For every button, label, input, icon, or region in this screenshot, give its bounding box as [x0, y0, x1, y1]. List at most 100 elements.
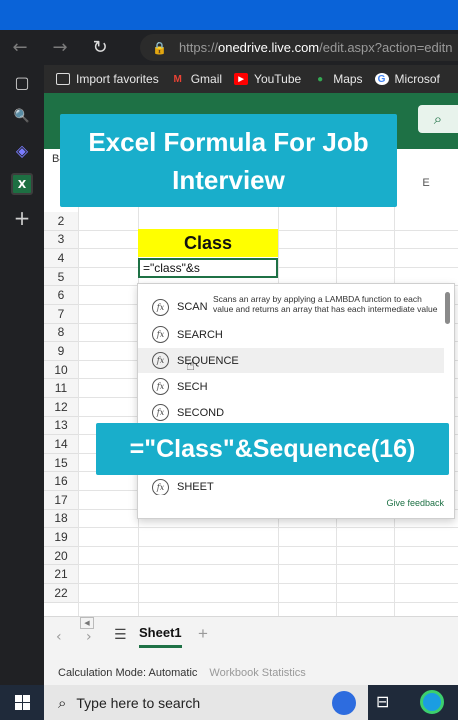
grid-line: [78, 545, 458, 547]
row-header[interactable]: 11: [44, 379, 78, 398]
function-name: SECOND: [177, 406, 225, 419]
address-bar[interactable]: 🔒 https://onedrive.live.com/edit.aspx?ac…: [140, 34, 458, 61]
row-header[interactable]: 2: [44, 212, 78, 231]
browser-sidebar: ▢ 🔍 ◈ X +: [0, 65, 44, 685]
autocomplete-item-sech[interactable]: fx SECH: [138, 374, 444, 399]
tabs-icon[interactable]: ▢: [0, 65, 44, 99]
back-button[interactable]: ←: [0, 30, 40, 65]
copilot-icon[interactable]: ◈: [0, 133, 44, 167]
maps-icon: ●: [317, 73, 324, 85]
row-header[interactable]: 10: [44, 360, 78, 380]
row-header[interactable]: 9: [44, 342, 78, 361]
prev-sheet-icon[interactable]: ‹: [56, 629, 62, 645]
bookmark-label: Import favorites: [76, 72, 159, 86]
autocomplete-item-sequence[interactable]: fx SEQUENCE: [138, 348, 444, 373]
row-header[interactable]: 13: [44, 416, 78, 436]
grid-line: [78, 583, 458, 584]
mouse-cursor-icon: ☝: [186, 356, 196, 374]
cortana-icon[interactable]: [332, 691, 356, 715]
formula-banner: ="Class"&Sequence(16): [96, 423, 449, 475]
autocomplete-item-second[interactable]: fx SECOND: [138, 400, 444, 425]
task-view-icon[interactable]: ⊟: [376, 692, 389, 711]
workbook-statistics[interactable]: Workbook Statistics: [209, 667, 305, 679]
url-host: onedrive.live.com: [217, 40, 320, 55]
row-header[interactable]: 22: [44, 584, 78, 603]
row-header[interactable]: 20: [44, 546, 78, 566]
bookmark-gmail[interactable]: M Gmail: [171, 72, 223, 86]
row-header[interactable]: 4: [44, 249, 78, 268]
bookmark-youtube[interactable]: ▶ YouTube: [234, 72, 301, 86]
function-name: SCAN: [177, 301, 208, 313]
bookmark-label: YouTube: [254, 72, 302, 86]
column-header-e[interactable]: E: [394, 177, 458, 189]
taskbar-search-placeholder: Type here to search: [76, 694, 201, 711]
title-banner: Excel Formula For Job Interview: [60, 114, 397, 207]
bookmark-label: Gmail: [190, 72, 223, 86]
excel-icon: X: [11, 173, 33, 195]
url-path: /edit.aspx?action=editn: [319, 40, 453, 55]
function-icon: fx: [152, 378, 169, 395]
add-icon[interactable]: +: [0, 201, 44, 235]
autocomplete-item-sheet[interactable]: fx SHEET: [138, 479, 444, 495]
taskbar-search[interactable]: ⌕ Type here to search: [44, 685, 368, 720]
grid-line: [78, 601, 458, 603]
calculation-mode[interactable]: Calculation Mode: Automatic: [58, 667, 197, 679]
autocomplete-scrollbar[interactable]: [445, 292, 450, 324]
add-sheet-button[interactable]: +: [198, 624, 208, 644]
row-header[interactable]: 18: [44, 509, 78, 529]
start-button[interactable]: [0, 685, 44, 720]
function-name: SECH: [177, 380, 208, 393]
search-icon: ⌕: [433, 110, 443, 128]
row-header[interactable]: 7: [44, 305, 78, 324]
windows-taskbar: ⌕ Type here to search ⊟: [0, 685, 458, 720]
bookmark-label: Maps: [333, 72, 363, 86]
bookmark-import-favorites[interactable]: Import favorites: [56, 72, 159, 86]
row-header[interactable]: 17: [44, 491, 78, 510]
lock-icon[interactable]: 🔒: [152, 41, 167, 55]
tab-sheet1[interactable]: Sheet1: [139, 625, 182, 648]
ribbon-search-button[interactable]: ⌕: [418, 105, 458, 133]
row-header[interactable]: 8: [44, 323, 78, 343]
row-header[interactable]: 14: [44, 435, 78, 454]
give-feedback-link[interactable]: Give feedback: [386, 498, 444, 508]
autocomplete-item-search[interactable]: fx SEARCH: [138, 322, 444, 347]
scroll-left-button[interactable]: ◀: [80, 617, 94, 629]
row-header[interactable]: 19: [44, 528, 78, 547]
function-name: SHEET: [177, 481, 214, 493]
autocomplete-item-scan[interactable]: fx SCAN Scans an array by applying a LAM…: [138, 290, 444, 324]
row-header[interactable]: 15: [44, 453, 78, 473]
menu-icon[interactable]: ☰: [114, 627, 127, 643]
bookmark-maps[interactable]: ● Maps: [313, 72, 362, 86]
grid-line: [78, 564, 458, 566]
browser-toolbar: ← → ↻ 🔒 https://onedrive.live.com/edit.a…: [0, 30, 458, 65]
function-icon: fx: [152, 298, 169, 316]
status-bar: Calculation Mode: Automatic Workbook Sta…: [44, 660, 458, 685]
search-icon: ⌕: [58, 693, 67, 712]
formula-text: ="Class"&Sequence(16): [129, 434, 416, 463]
row-header[interactable]: 3: [44, 230, 78, 250]
edge-icon[interactable]: [420, 690, 444, 714]
gmail-icon: M: [173, 73, 182, 85]
bookmarks-bar: Import favorites M Gmail ▶ YouTube ● Map…: [44, 65, 458, 93]
row-header[interactable]: 5: [44, 267, 78, 287]
next-sheet-icon[interactable]: ›: [86, 629, 92, 645]
sheet-tab-bar: ◀ ‹ › ☰ Sheet1 +: [44, 616, 458, 660]
forward-button[interactable]: →: [40, 30, 80, 65]
row-header[interactable]: 21: [44, 565, 78, 584]
grid-line: [78, 527, 458, 529]
excel-app-icon[interactable]: X: [0, 167, 44, 201]
function-icon: fx: [152, 404, 169, 421]
row-header[interactable]: 16: [44, 472, 78, 491]
function-description: Scans an array by applying a LAMBDA func…: [213, 294, 438, 314]
windows-icon: [14, 695, 30, 710]
search-icon[interactable]: 🔍: [0, 99, 44, 133]
refresh-button[interactable]: ↻: [80, 30, 120, 65]
row-header[interactable]: 6: [44, 286, 78, 305]
row-header[interactable]: 12: [44, 398, 78, 417]
bookmark-microsoft[interactable]: G Microsof: [374, 72, 440, 86]
class-cell[interactable]: Class: [138, 229, 278, 257]
function-icon: fx: [152, 326, 169, 343]
active-cell-editor[interactable]: ="class"&s: [138, 258, 278, 278]
title-line-2: Interview: [172, 165, 285, 195]
function-name: SEARCH: [177, 328, 223, 341]
